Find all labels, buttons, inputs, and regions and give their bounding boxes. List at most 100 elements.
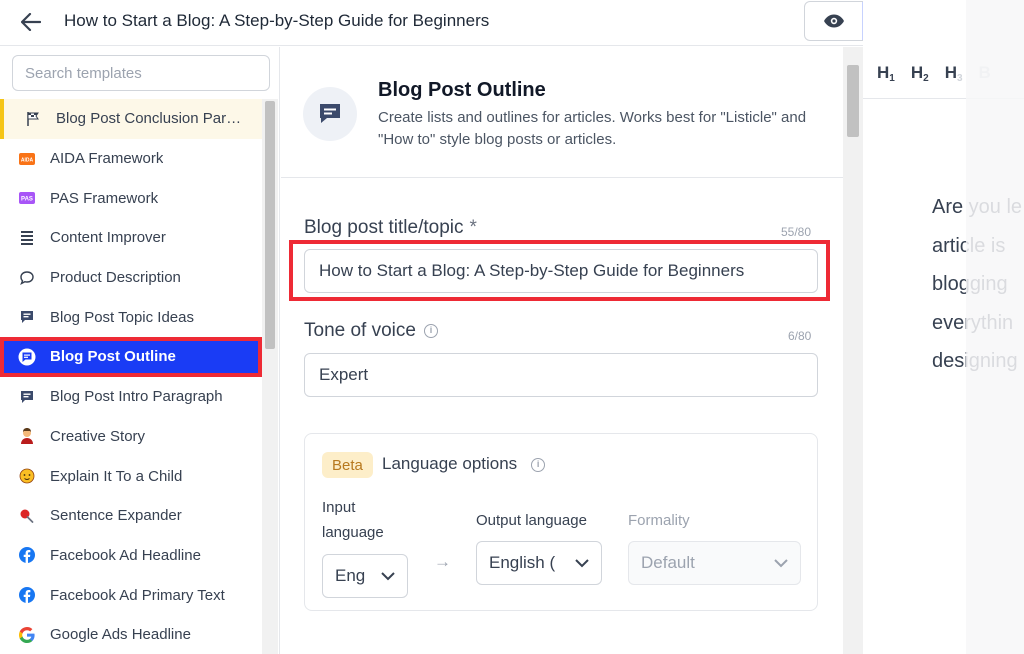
scrollbar-thumb[interactable] <box>265 101 275 349</box>
sidebar-item-creative-story[interactable]: Creative Story <box>0 417 262 457</box>
document-title: How to Start a Blog: A Step-by-Step Guid… <box>64 11 490 30</box>
input-language-label-line: language <box>322 524 384 541</box>
template-form-panel: Blog Post Outline Create lists and outli… <box>281 47 843 654</box>
sidebar-item-blog-post-topic-ideas[interactable]: Blog Post Topic Ideas <box>0 297 262 337</box>
sidebar-item-label: PAS Framework <box>50 189 159 207</box>
sidebar-item-label: Google Ads Headline <box>50 626 191 644</box>
pas-icon: PAS <box>18 189 36 207</box>
back-arrow-icon[interactable] <box>18 9 44 35</box>
storyteller-icon <box>18 427 36 445</box>
document-editor: H1 H2 H3 B Are you le article is bloggin… <box>863 0 1024 654</box>
heading-level: 1 <box>889 72 895 84</box>
info-icon[interactable]: i <box>531 457 546 472</box>
formality-select: Default <box>628 541 801 585</box>
flag-icon <box>24 110 42 128</box>
scrollbar-thumb[interactable] <box>847 65 859 137</box>
sidebar-item-label: Blog Post Topic Ideas <box>50 308 194 326</box>
language-options-title: Language options i <box>382 454 546 474</box>
chat-icon <box>18 348 36 366</box>
chevron-down-icon <box>381 571 395 580</box>
lines-icon <box>18 229 36 247</box>
blog-outline-chat-icon <box>303 87 357 141</box>
heading-letter: H <box>910 62 924 82</box>
arrow-right-icon: → <box>434 552 451 571</box>
chevron-down-icon <box>774 558 788 567</box>
input-language-label: Input language <box>322 495 384 545</box>
tone-char-counter: 6/80 <box>788 329 812 343</box>
top-bar: How to Start a Blog: A Step-by-Step Guid… <box>0 0 966 46</box>
sidebar-item-content-improver[interactable]: Content Improver <box>0 218 262 258</box>
facebook-icon <box>18 586 36 604</box>
sidebar-item-label: Creative Story <box>50 427 146 445</box>
heading-1-button[interactable]: H1 <box>877 62 895 84</box>
template-sidebar: Blog Post Conclusion Par… AIDA AIDA Fram… <box>0 47 280 654</box>
beta-badge: Beta <box>322 452 373 478</box>
sidebar-item-label: Blog Post Intro Paragraph <box>50 388 223 406</box>
preview-eye-icon[interactable] <box>805 2 862 40</box>
heading-3-button[interactable]: H3 <box>944 62 963 84</box>
sidebar-item-blog-post-outline[interactable]: Blog Post Outline <box>0 337 262 377</box>
topic-label: Blog post title/topic * <box>304 217 477 239</box>
formality-value: Default <box>641 553 695 572</box>
language-options-panel: Beta Language options i Input language En… <box>304 433 818 611</box>
sidebar-item-label: Facebook Ad Headline <box>50 546 201 564</box>
topic-char-counter: 55/80 <box>781 225 812 239</box>
chevron-down-icon <box>575 558 589 567</box>
formality-label: Formality <box>628 512 690 529</box>
tone-input[interactable]: Expert <box>304 353 818 397</box>
google-icon <box>18 626 36 644</box>
info-icon[interactable]: i <box>423 323 438 338</box>
heading-level: 3 <box>956 72 963 84</box>
chat-icon <box>18 388 36 406</box>
input-language-value: Eng <box>335 566 366 585</box>
aida-icon: AIDA <box>18 150 36 168</box>
sidebar-item-label: Blog Post Outline <box>50 348 176 366</box>
input-language-label-line: Input <box>322 499 356 516</box>
input-language-select[interactable]: Eng <box>322 554 408 598</box>
heading-letter: H <box>944 62 957 82</box>
language-options-title-text: Language options <box>382 454 518 473</box>
sidebar-item-label: Explain It To a Child <box>50 467 183 485</box>
output-language-select[interactable]: English ( <box>476 541 602 585</box>
sidebar-item-blog-post-conclusion[interactable]: Blog Post Conclusion Par… <box>0 99 262 139</box>
pin-icon <box>18 507 36 525</box>
sidebar-item-label: Sentence Expander <box>50 507 182 525</box>
tone-label: Tone of voice i <box>304 320 438 342</box>
sidebar-item-label: Facebook Ad Primary Text <box>50 586 225 604</box>
template-description: Create lists and outlines for articles. … <box>378 109 807 148</box>
output-language-label: Output language <box>476 512 587 529</box>
editor-overlay <box>966 0 1024 654</box>
sidebar-item-label: AIDA Framework <box>50 150 164 168</box>
sidebar-item-sentence-expander[interactable]: Sentence Expander <box>0 496 262 536</box>
highlight-box <box>289 240 830 301</box>
sidebar-item-google-ads-headline[interactable]: Google Ads Headline <box>0 615 262 654</box>
heading-2-button[interactable]: H2 <box>910 62 929 84</box>
sidebar-item-label: Content Improver <box>50 229 166 247</box>
form-scrollbar[interactable] <box>843 47 863 654</box>
svg-text:PAS: PAS <box>21 197 33 203</box>
sidebar-item-pas-framework[interactable]: PAS PAS Framework <box>0 178 262 218</box>
search-templates-input[interactable] <box>12 55 270 91</box>
output-language-value: English ( <box>489 553 556 572</box>
facebook-icon <box>18 546 36 564</box>
sidebar-item-facebook-ad-primary-text[interactable]: Facebook Ad Primary Text <box>0 575 262 615</box>
topic-label-text: Blog post title/topic <box>304 217 464 238</box>
required-asterisk: * <box>469 217 477 238</box>
sidebar-item-label: Product Description <box>50 269 181 287</box>
sidebar-item-blog-post-intro-paragraph[interactable]: Blog Post Intro Paragraph <box>0 377 262 417</box>
tone-label-text: Tone of voice <box>304 320 416 341</box>
heading-level: 2 <box>923 72 929 84</box>
chat-icon <box>18 308 36 326</box>
sidebar-scrollbar[interactable] <box>262 99 278 654</box>
template-title: Blog Post Outline <box>378 79 546 101</box>
sidebar-item-explain-it-to-a-child[interactable]: Explain It To a Child <box>0 456 262 496</box>
sidebar-item-product-description[interactable]: Product Description <box>0 258 262 298</box>
child-face-icon <box>18 467 36 485</box>
sidebar-item-label: Blog Post Conclusion Par… <box>56 110 242 128</box>
template-list: Blog Post Conclusion Par… AIDA AIDA Fram… <box>0 99 262 654</box>
template-header: Blog Post Outline Create lists and outli… <box>281 47 843 178</box>
heading-letter: H <box>877 62 890 82</box>
speech-bubble-icon <box>18 269 36 287</box>
sidebar-item-facebook-ad-headline[interactable]: Facebook Ad Headline <box>0 536 262 576</box>
sidebar-item-aida-framework[interactable]: AIDA AIDA Framework <box>0 139 262 179</box>
